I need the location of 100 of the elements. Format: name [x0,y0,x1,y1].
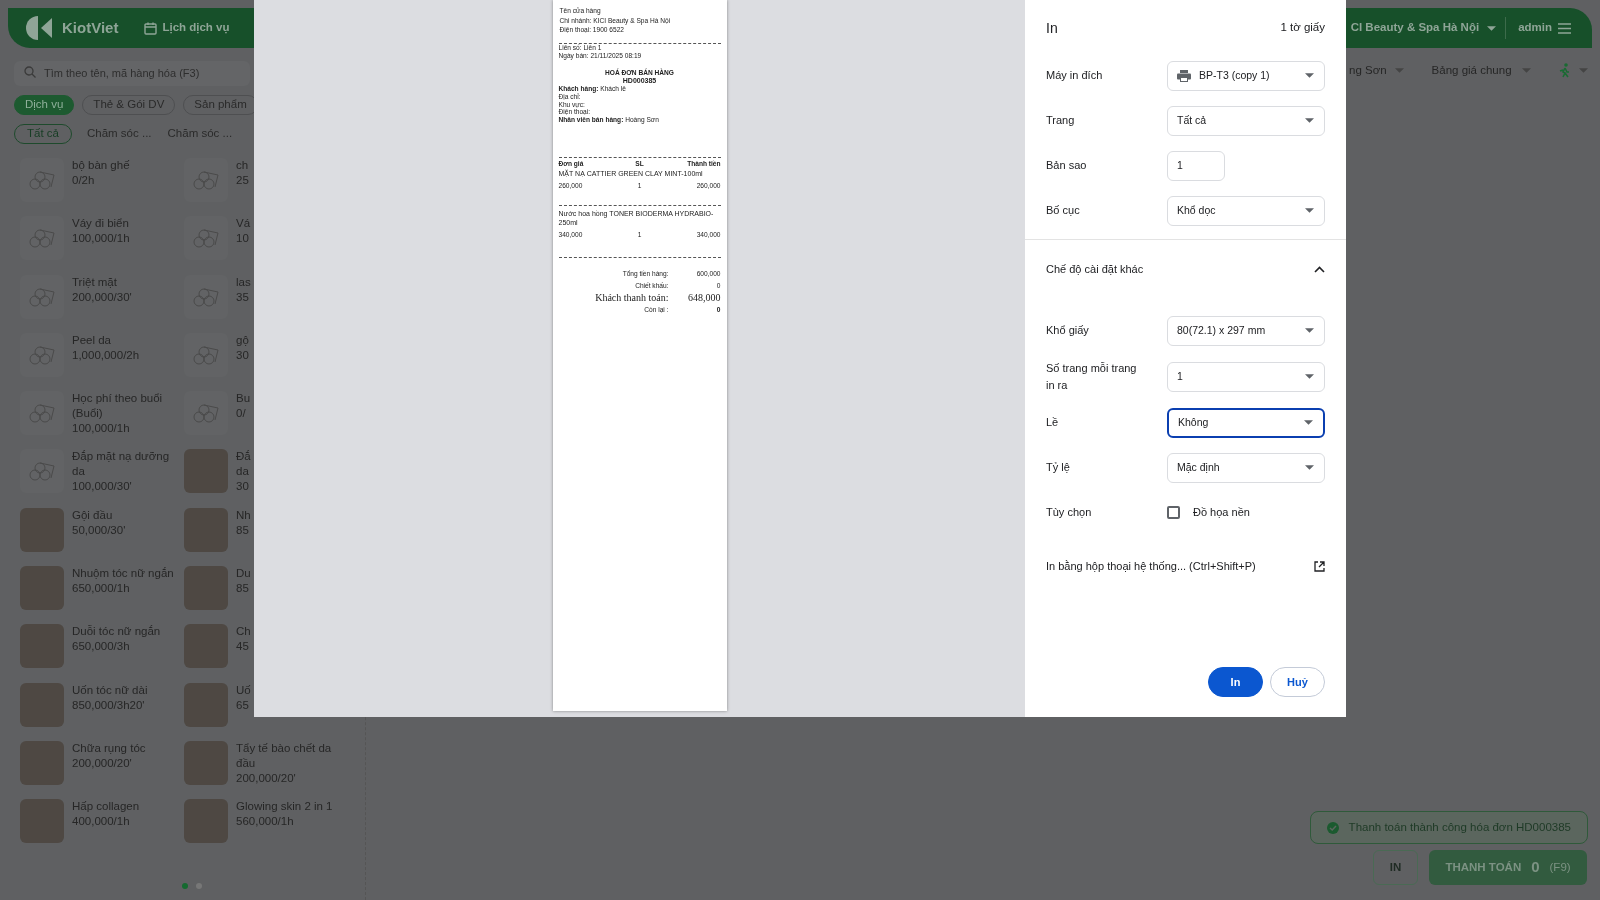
select-field[interactable]: 80(72.1) x 297 mm [1167,315,1325,346]
caret-icon [1305,208,1314,213]
number-field[interactable]: 1 [1167,150,1225,181]
service-price: 650,000/1h [72,581,131,597]
sheet-count: 1 tờ giấy [1280,20,1325,36]
service-name: Gội đầu [72,507,114,523]
service-price: 100,000/30' [72,479,133,495]
user-menu[interactable]: admin [1518,19,1571,37]
photo-placeholder [20,682,64,727]
service-item[interactable]: Glowing skin 2 in 1 560,000/1h [184,799,348,858]
service-name: gộ [236,332,249,348]
select-field[interactable]: 1 [1167,361,1325,392]
photo-placeholder [184,740,228,785]
service-item[interactable]: Gội đầu 50,000/30' [20,507,184,567]
checkout-button[interactable]: THANH TOÁN 0 (F9) [1429,850,1587,885]
service-price: 85 [236,522,250,538]
service-item[interactable]: Hấp collagen 400,000/1h [20,799,184,858]
service-name: Hấp collagen [72,799,141,815]
total-label: Khách thanh toán: [595,291,669,305]
service-price: 1,000,000/2h [72,347,141,363]
photo-placeholder [184,507,228,552]
service-item[interactable]: Ch 45 [184,624,251,683]
caret-icon [1521,68,1531,74]
checkbox-label[interactable]: Đồ họa nền [1193,504,1250,521]
service-item[interactable]: Triệt mặt 200,000/30' [20,274,184,333]
caret-icon [1578,68,1588,74]
menu-icon [1558,22,1571,34]
service-item[interactable]: Nh 85 [184,507,251,567]
setting-label: Bản sao [1046,158,1088,173]
photo-placeholder [184,799,228,844]
service-name: Tẩy tế bào chết da đầu [236,740,333,771]
service-name: bộ bàn ghế [72,158,131,173]
total-value: 648,000 [687,291,721,305]
print-confirm-button[interactable]: In [1208,667,1263,697]
photo-placeholder [20,799,64,844]
cancel-button[interactable]: Huỷ [1270,667,1325,697]
service-item[interactable]: Peel da 1,000,000/2h [20,332,184,392]
service-name: Nh [236,507,251,523]
service-name: Đắ da [236,449,251,480]
service-price: 200,000/20' [236,770,297,786]
system-dialog-link[interactable]: In bằng hộp thoại hệ thống... (Ctrl+Shift+P) [1025,556,1346,576]
checkbox-box[interactable] [1167,506,1180,519]
external-link-icon [1314,560,1325,572]
service-item[interactable]: Học phí theo buổi (Buổi) 100,000/1h [20,391,184,450]
walking-person-icon [1558,63,1571,79]
price-list-selector[interactable]: Bảng giá chung [1431,62,1531,80]
service-item[interactable]: Uố 65 [184,682,251,741]
service-price: 200,000/20' [72,755,133,771]
service-item[interactable]: Tẩy tế bào chết da đầu 200,000/20' [184,740,348,800]
check-circle-icon [1326,821,1339,834]
staff-selector[interactable]: ng Sơn [1349,62,1404,80]
service-name: Du [236,566,251,582]
service-price: 100,000/1h [72,421,131,437]
setting-label: Tỷ lệ [1046,460,1071,475]
service-price: 30 [236,479,250,495]
setting-label: Lề [1046,415,1060,430]
service-name: Chữa rụng tóc [72,740,147,756]
service-price: 650,000/3h [72,639,131,655]
select-field[interactable]: Tất cả [1167,105,1325,136]
service-price: 400,000/1h [72,814,131,830]
service-item[interactable]: bộ bàn ghế 0/2h [20,158,184,217]
branch-selector[interactable]: CI Beauty & Spa Hà Nội [1350,19,1497,37]
nav-link[interactable]: Lịch dịch vụ [144,19,230,37]
caret-icon [1487,25,1497,31]
caret-icon [1305,374,1314,379]
photo-placeholder [20,624,64,669]
service-item[interactable]: las 35 [184,274,251,333]
service-item[interactable]: Duỗi tóc nữ ngắn 650,000/3h [20,624,184,683]
service-price: 100,000/1h [72,231,131,247]
category-tab[interactable]: Dịch vụ [14,95,75,115]
caret-icon [1304,420,1313,425]
service-name: Triệt mặt [72,274,118,290]
chevron-up-icon [1314,266,1325,273]
calendar-icon [144,21,158,35]
service-name: Uố [236,682,251,698]
service-price: 200,000/30' [72,289,133,305]
service-item[interactable]: Vá 10 [184,216,251,275]
photo-placeholder [20,507,64,552]
service-item[interactable]: Uốn tóc nữ dài 850,000/3h20' [20,682,184,741]
service-item[interactable]: Nhuộm tóc nữ ngắn 650,000/1h [20,566,184,625]
service-item[interactable]: gộ 30 [184,332,249,392]
service-item[interactable]: Chữa rụng tóc 200,000/20' [20,740,184,800]
select-field[interactable]: BP-T3 (copy 1) [1167,60,1325,91]
service-name: Bu [236,391,251,407]
service-price: 65 [236,697,250,713]
setting-label: Trang [1046,113,1076,128]
print-button[interactable]: IN [1373,850,1418,885]
service-item[interactable]: Du 85 [184,566,251,625]
dialog-title: In [1046,18,1058,38]
select-field[interactable]: Khổ dọc [1167,195,1325,226]
service-name: Vá [236,216,251,232]
service-item[interactable]: Đắ da 30 [184,449,251,508]
more-settings-toggle[interactable]: Chế độ cài đặt khác [1025,247,1346,292]
service-price: 0/2h [72,173,96,188]
select-field[interactable]: Mặc định [1167,452,1325,483]
select-field[interactable]: Không [1167,407,1325,438]
caret-icon [1305,465,1314,470]
service-price: 85 [236,581,250,597]
mode-selector[interactable] [1558,63,1588,79]
setting-label: Bố cục [1046,203,1081,218]
